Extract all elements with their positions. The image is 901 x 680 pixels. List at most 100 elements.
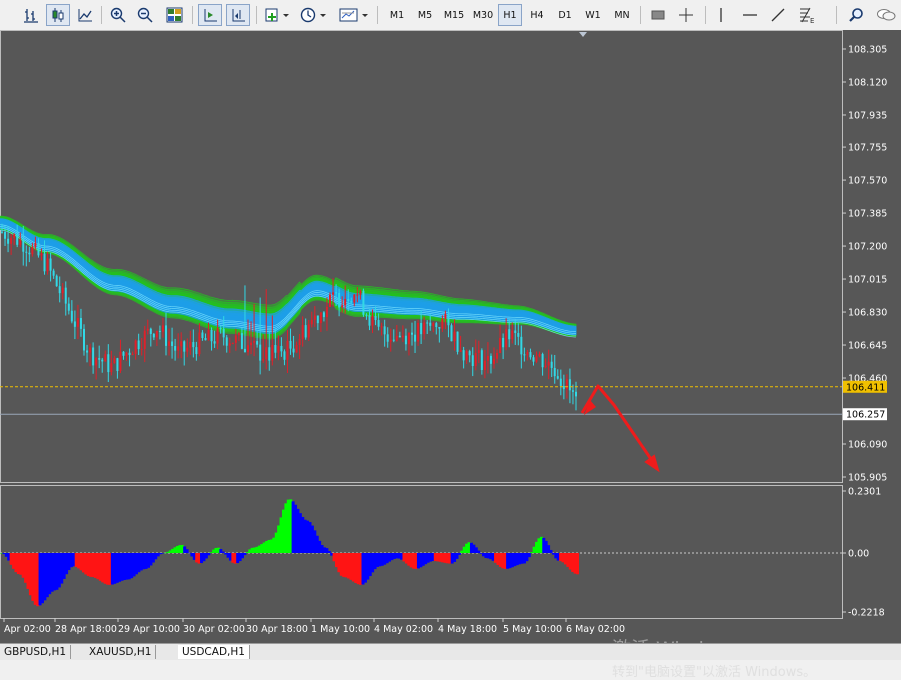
price-chart[interactable]: 108.305 108.120 107.935 107.755 107.570 107.3… — [0, 30, 901, 643]
candle-body — [192, 342, 195, 348]
candle-body — [459, 350, 462, 352]
candle-body — [119, 351, 122, 371]
candle-body — [76, 318, 79, 327]
vertical-line-icon[interactable] — [712, 4, 730, 26]
candle-body — [526, 352, 529, 356]
chart-tab-xauusd[interactable]: XAUUSD,H1 — [85, 645, 157, 659]
candle-body — [538, 354, 541, 357]
candle-body — [535, 356, 538, 362]
candle-body — [383, 326, 386, 335]
indicator-axis-label: 0.00 — [848, 549, 869, 560]
rectangle-icon[interactable] — [648, 4, 668, 26]
candle-body — [404, 335, 407, 345]
candle-body — [73, 321, 76, 327]
candle-body — [365, 314, 368, 316]
timeframe-button-m5[interactable]: M5 — [412, 4, 438, 26]
zoom-in-icon[interactable] — [107, 4, 129, 26]
timeframe-button-w1[interactable]: W1 — [581, 4, 605, 26]
candle-body — [505, 329, 508, 348]
horizontal-line-icon[interactable] — [738, 4, 762, 26]
candle-body — [186, 347, 189, 352]
chat-icon[interactable] — [874, 4, 898, 26]
trendline-icon[interactable] — [766, 4, 790, 26]
time-axis-label: 30 Apr 02:00 — [183, 624, 245, 635]
tile-windows-icon[interactable] — [162, 4, 186, 26]
candle-body — [168, 341, 171, 346]
candle-body — [362, 290, 365, 315]
time-axis-label: 30 Apr 18:00 — [246, 624, 308, 635]
periods-icon[interactable] — [298, 4, 330, 26]
indicator-axis-label: 0.2301 — [848, 487, 881, 498]
fibonacci-icon[interactable]: E — [794, 4, 820, 26]
search-icon[interactable] — [846, 4, 866, 26]
timeframe-button-mn[interactable]: MN — [609, 4, 635, 26]
chart-tab-usdcad[interactable]: USDCAD,H1 — [178, 645, 250, 659]
bar-chart-icon[interactable] — [20, 4, 42, 26]
candle-body — [207, 329, 210, 341]
candle-body — [134, 340, 137, 354]
timeframe-button-d1[interactable]: D1 — [553, 4, 577, 26]
templates-icon[interactable] — [337, 4, 371, 26]
candle-body — [411, 332, 413, 335]
candle-body — [98, 358, 101, 360]
candle-body — [523, 354, 526, 356]
chart-shift-icon[interactable] — [226, 4, 250, 26]
candle-body — [16, 234, 19, 245]
candle-body — [283, 351, 286, 360]
candle-body — [19, 239, 22, 245]
timeframe-button-m1[interactable]: M1 — [384, 4, 410, 26]
candle-body — [259, 344, 262, 361]
candle-body — [450, 325, 453, 342]
auto-scroll-icon[interactable] — [198, 4, 222, 26]
candle-body — [474, 353, 477, 367]
candle-body — [514, 330, 517, 334]
candle-body — [256, 341, 259, 345]
candle-body — [344, 299, 347, 306]
candle-body — [110, 363, 113, 373]
candle-body — [417, 322, 420, 342]
line-chart-icon[interactable] — [74, 4, 96, 26]
chart-window[interactable]: 108.305 108.120 107.935 107.755 107.570 107.3… — [0, 30, 901, 680]
candle-body — [4, 231, 7, 239]
candle-body — [529, 352, 532, 358]
price-axis-label: 106.090 — [848, 440, 887, 451]
candle-body — [499, 337, 502, 354]
candle-body — [392, 339, 395, 341]
candle-body — [556, 376, 559, 379]
timeframe-button-m30[interactable]: M30 — [470, 4, 496, 26]
candle-body — [31, 246, 34, 255]
chart-tab-gbpusd[interactable]: GBPUSD,H1 — [0, 645, 72, 659]
price-axis-label: 105.905 — [848, 473, 887, 484]
candle-body — [155, 330, 158, 338]
candle-body — [89, 347, 92, 353]
price-axis-label: 106.830 — [848, 308, 887, 319]
candle-body — [335, 292, 338, 294]
candle-body — [553, 367, 556, 377]
candlestick-icon[interactable] — [46, 4, 70, 26]
candle-body — [216, 328, 219, 344]
indicator-frame — [0, 485, 843, 619]
candle-body — [471, 355, 474, 367]
candle-body — [262, 359, 265, 361]
candle-body — [61, 287, 64, 294]
candle-body — [146, 328, 149, 331]
indicators-icon[interactable] — [262, 4, 292, 26]
candle-body — [131, 353, 134, 356]
timeframe-button-h1[interactable]: H1 — [498, 4, 522, 26]
candle-body — [228, 343, 231, 346]
crosshair-icon[interactable] — [675, 4, 697, 26]
timeframe-button-m15[interactable]: M15 — [440, 4, 468, 26]
candle-body — [386, 334, 389, 342]
candle-body — [462, 350, 465, 361]
candle-body — [171, 341, 174, 347]
candle-body — [177, 346, 180, 351]
candle-body — [398, 335, 401, 338]
time-axis-label: 1 May 10:00 — [311, 624, 370, 635]
candle-body — [441, 318, 444, 329]
candle-body — [234, 335, 237, 343]
candle-body — [395, 335, 398, 341]
candle-body — [496, 353, 499, 359]
zoom-out-icon[interactable] — [134, 4, 156, 26]
candle-body — [295, 345, 298, 353]
timeframe-button-h4[interactable]: H4 — [525, 4, 549, 26]
